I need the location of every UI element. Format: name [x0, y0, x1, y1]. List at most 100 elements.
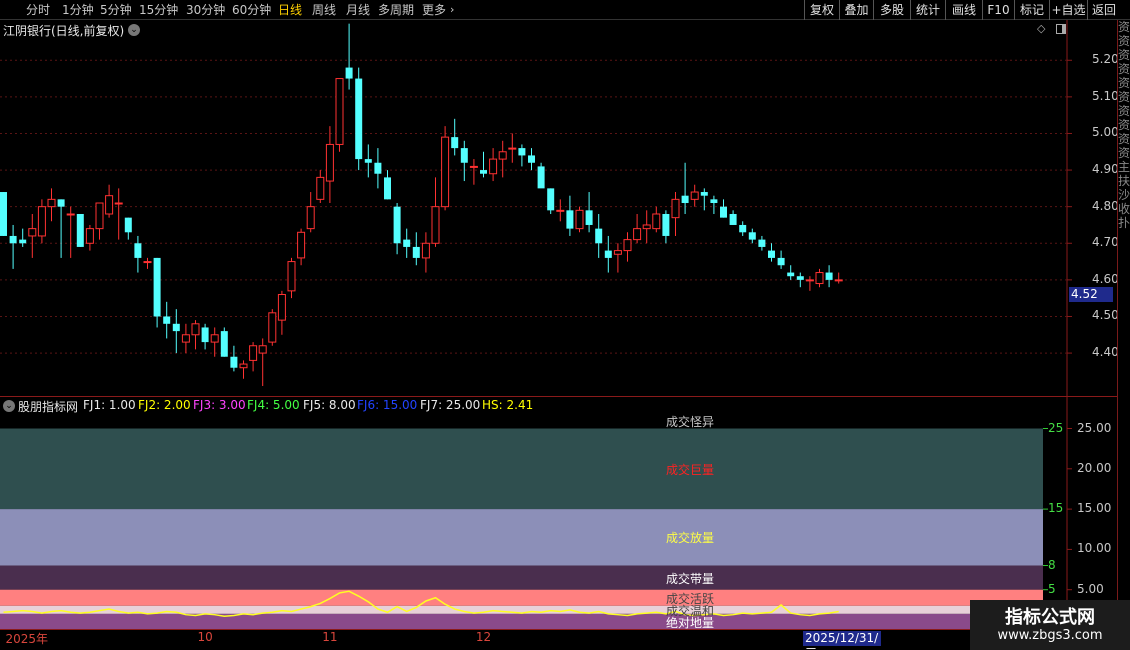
candle [105, 184, 114, 218]
indicator-menu-icon[interactable]: ⌄ [3, 400, 15, 412]
candle [633, 213, 642, 244]
price-tick-label: 4.70 [1092, 235, 1119, 250]
candle [508, 133, 517, 163]
toolbar-button[interactable]: 叠加 [839, 0, 873, 20]
candle [825, 265, 833, 288]
period-button[interactable]: 30分钟 [186, 2, 225, 18]
candle [28, 213, 37, 258]
indicator-param: FJ6: 15.00 [357, 398, 418, 412]
toolbar-button[interactable]: 画线 [945, 0, 982, 20]
candle [412, 232, 420, 266]
period-button[interactable]: 周线 [312, 2, 336, 18]
period-button[interactable]: 更多 [422, 2, 446, 18]
candle [575, 206, 584, 233]
toolbar-button[interactable]: 多股 [873, 0, 910, 20]
candle [47, 188, 56, 222]
current-price-tag: 4.52 [1069, 287, 1113, 302]
indicator-chart[interactable] [0, 397, 1117, 630]
indicator-param: HS: 2.41 [482, 398, 534, 412]
candle [777, 250, 785, 269]
candle [85, 224, 94, 251]
price-tick-label: 4.60 [1092, 271, 1119, 286]
candle [787, 265, 795, 280]
candle [518, 144, 526, 167]
candle [355, 67, 363, 171]
candle [66, 206, 75, 258]
indicator-tick-label: 10.00 [1077, 541, 1112, 556]
period-button[interactable]: 15分钟 [139, 2, 178, 18]
candle [681, 162, 689, 214]
indicator-name[interactable]: 股朋指标网 [18, 398, 78, 415]
period-button[interactable]: 1分钟 [62, 2, 94, 18]
candle [172, 309, 180, 354]
candlestick-chart[interactable] [0, 20, 1117, 397]
candle [815, 268, 824, 288]
indicator-param: FJ1: 1.00 [83, 398, 136, 412]
candle [403, 228, 411, 258]
toolbar-button[interactable]: 标记 [1014, 0, 1049, 20]
candle [153, 257, 161, 328]
candle [642, 210, 651, 244]
candle [652, 206, 661, 233]
candle [805, 276, 814, 291]
candle [95, 202, 104, 240]
chevron-right-icon[interactable]: › [450, 2, 454, 18]
cursor-date-tag: 2025/12/31/三 [803, 631, 881, 650]
period-button[interactable]: 多周期 [378, 2, 414, 18]
candle [556, 199, 565, 222]
candle [441, 126, 450, 211]
candle [421, 232, 430, 273]
candle [595, 213, 603, 258]
zone-band [0, 414, 1043, 429]
date-label: 2025年 [5, 632, 49, 646]
zone-band [0, 565, 1043, 590]
zone-label: 成交怪异 [665, 415, 714, 430]
candle [566, 195, 574, 236]
candle [181, 323, 190, 354]
candle [662, 210, 670, 244]
indicator-tick-label: 20.00 [1077, 460, 1112, 475]
period-button[interactable]: 60分钟 [232, 2, 271, 18]
candle [57, 199, 65, 258]
candle [335, 78, 344, 152]
candle [316, 170, 325, 204]
toolbar-button[interactable]: 统计 [910, 0, 945, 20]
watermark-badge: 指标公式网 www.zbgs3.com [970, 600, 1130, 650]
candle [469, 159, 478, 185]
toolbar-button[interactable]: 复权 [804, 0, 839, 20]
zone-label: 成交带量 [665, 571, 714, 586]
candle [134, 235, 142, 273]
candle [613, 243, 622, 273]
indicator-tick-label: 25.00 [1077, 420, 1112, 435]
price-tick-label: 5.00 [1092, 125, 1119, 140]
period-button[interactable]: 5分钟 [100, 2, 132, 18]
zone-label: 绝对地量 [665, 615, 714, 630]
zone-label: 成交放量 [665, 531, 714, 546]
candle [720, 199, 727, 218]
candle [287, 257, 296, 299]
period-button[interactable]: 月线 [346, 2, 370, 18]
candle [480, 151, 487, 178]
zone-band [0, 428, 1043, 510]
candle [364, 144, 372, 178]
candle [498, 140, 507, 178]
zone-band [0, 589, 1043, 606]
period-button[interactable]: 日线 [278, 2, 302, 18]
candle [124, 217, 132, 240]
candle [796, 272, 804, 288]
toolbar-button[interactable]: 返回 [1087, 0, 1120, 20]
toolbar-button[interactable]: +自选 [1049, 0, 1087, 20]
date-label: 10 [197, 630, 213, 644]
watermark-url: www.zbgs3.com [997, 628, 1103, 643]
indicator-param: FJ7: 25.00 [420, 398, 481, 412]
candle [258, 338, 267, 387]
toolbar-button[interactable]: F10 [982, 0, 1014, 20]
candle [268, 309, 277, 346]
candle [604, 235, 612, 273]
period-button[interactable]: 分时 [26, 2, 50, 18]
candle [239, 360, 248, 379]
price-tick-label: 5.10 [1092, 88, 1119, 103]
level-mark-label: 15 [1048, 501, 1064, 516]
indicator-param: FJ5: 8.00 [303, 398, 356, 412]
candle [220, 327, 228, 357]
